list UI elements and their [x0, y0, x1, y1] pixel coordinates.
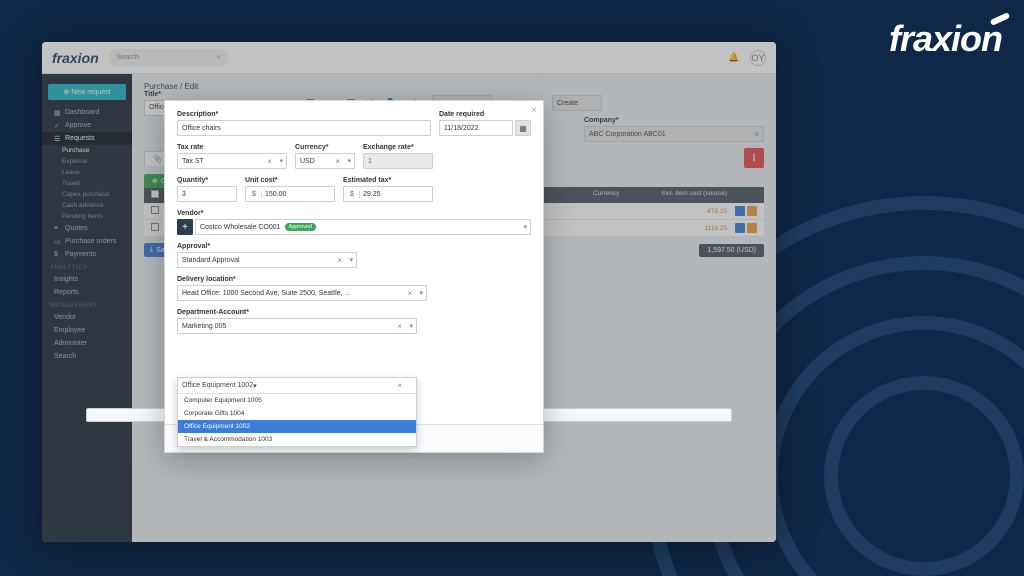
vendor-label: Vendor*	[177, 210, 531, 217]
esttax-label: Estimated tax*	[343, 177, 433, 184]
exchange-label: Exchange rate*	[363, 144, 433, 151]
chevron-down-icon[interactable]: ▾	[279, 157, 283, 165]
dropdown-option[interactable]: Office Equipment 1002	[178, 420, 416, 433]
taxrate-field[interactable]: Tax ST×▾	[177, 153, 287, 169]
clear-icon[interactable]: ×	[407, 289, 412, 298]
approval-field[interactable]: Standard Approval×▾	[177, 252, 357, 268]
date-label: Date required	[439, 111, 531, 118]
chevron-down-icon[interactable]: ▾	[523, 223, 527, 231]
delivery-field[interactable]: Head Office: 1000 Second Ave, Suite 2500…	[177, 285, 427, 301]
dropdown-option[interactable]: Corporate Gifts 1004	[178, 407, 416, 420]
chevron-down-icon[interactable]: ▾	[409, 322, 413, 330]
approval-label: Approval*	[177, 243, 531, 250]
description-field[interactable]: Office chairs	[177, 120, 431, 136]
approved-badge: Approved	[285, 223, 317, 231]
dropdown-option[interactable]: Computer Equipment 1005	[178, 394, 416, 407]
clear-icon[interactable]: ×	[337, 256, 342, 265]
qty-field[interactable]: 3	[177, 186, 237, 202]
calendar-icon[interactable]: ▦	[515, 120, 531, 136]
unitcost-label: Unit cost*	[245, 177, 335, 184]
taxrate-label: Tax rate	[177, 144, 287, 151]
clear-icon[interactable]: ×	[397, 381, 402, 390]
add-vendor-button[interactable]: +	[177, 219, 193, 235]
currency-label: Currency*	[295, 144, 355, 151]
esttax-field[interactable]: $29.25	[343, 186, 433, 202]
clear-icon[interactable]: ×	[397, 322, 402, 331]
chevron-down-icon[interactable]: ▾	[349, 256, 353, 264]
deptacct-dropdown[interactable]: Office Equipment 1002 × ▾ Computer Equipme…	[177, 377, 417, 447]
chevron-down-icon: ▾	[253, 382, 257, 390]
deptacct-label: Department-Account*	[177, 309, 531, 316]
line-item-modal: × Description* Office chairs Date requir…	[164, 100, 544, 453]
vendor-field[interactable]: Costco Wholesale CO001 Approved ▾	[195, 219, 531, 235]
dropdown-search[interactable]: Office Equipment 1002×▾	[178, 378, 416, 394]
delivery-label: Delivery location*	[177, 276, 531, 283]
unitcost-field[interactable]: $150.00	[245, 186, 335, 202]
exchange-field: 1	[363, 153, 433, 169]
date-field[interactable]: 11/18/2022	[439, 120, 513, 136]
dropdown-option[interactable]: Travel & Accommodation 1003	[178, 433, 416, 446]
clear-icon[interactable]: ×	[267, 157, 272, 166]
chevron-down-icon[interactable]: ▾	[347, 157, 351, 165]
brand-logo-large: fraxion	[889, 18, 1002, 60]
deptacct-field[interactable]: Marketing 005×▾	[177, 318, 417, 334]
chevron-down-icon[interactable]: ▾	[419, 289, 423, 297]
currency-field[interactable]: USD×▾	[295, 153, 355, 169]
description-label: Description*	[177, 111, 431, 118]
close-icon[interactable]: ×	[531, 105, 537, 116]
qty-label: Quantity*	[177, 177, 237, 184]
clear-icon[interactable]: ×	[335, 157, 340, 166]
